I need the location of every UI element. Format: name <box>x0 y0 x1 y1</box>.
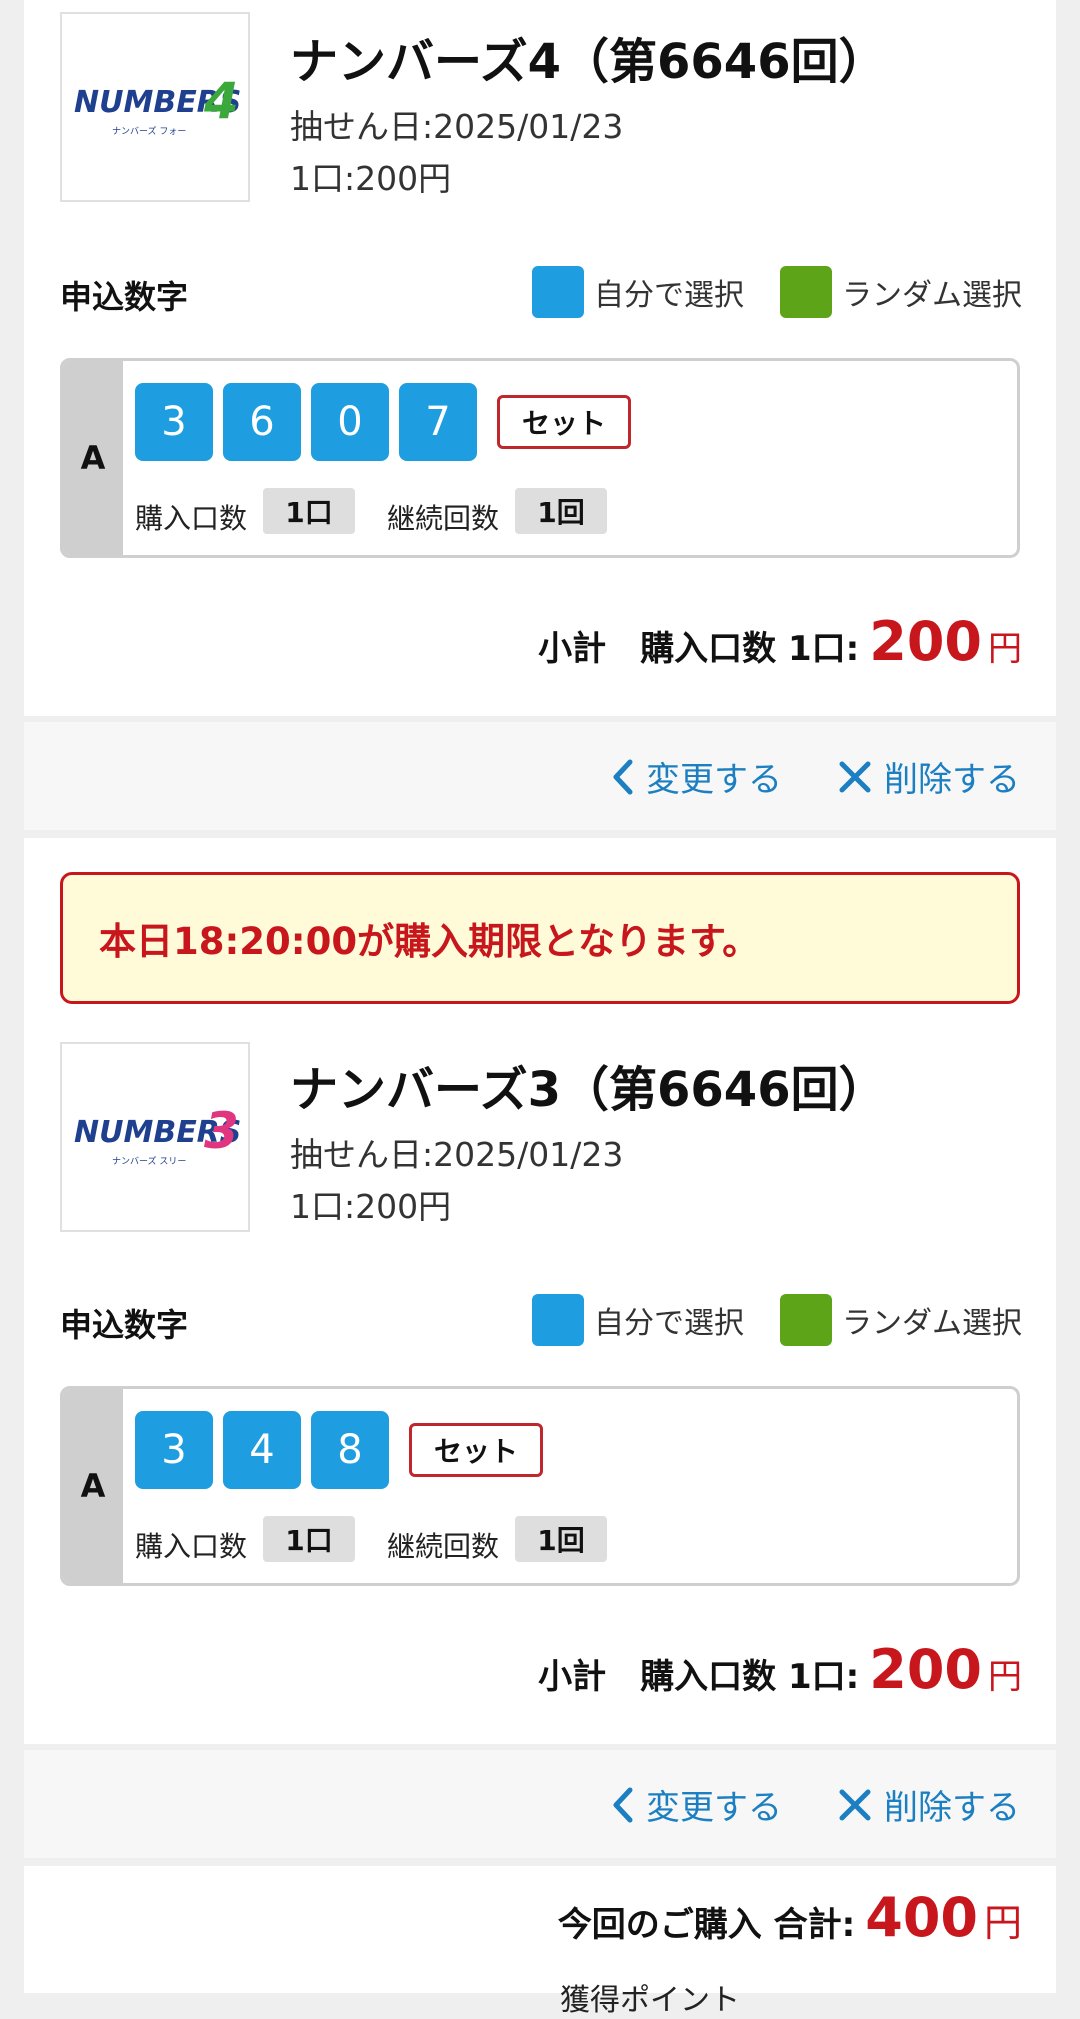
entry-tag: A <box>63 1389 123 1583</box>
numbers3-logo: NUMBERS 3 ナンバーズ スリー <box>60 1042 250 1232</box>
item-card-numbers4: NUMBERS 4 ナンバーズ フォー ナンバーズ4（第6646回） 抽せん日:… <box>24 0 1056 716</box>
purchase-count-label: 購入口数 <box>135 502 248 535</box>
unit-price: 1口:200円 <box>290 159 452 198</box>
entry-row-a: A 3 6 0 7 セット 購入口数 1口 継続回数 1回 <box>60 358 1020 558</box>
entry-row-a: A 3 4 8 セット 購入口数 1口 継続回数 1回 <box>60 1386 1020 1586</box>
product-title: ナンバーズ3（第6646回） <box>290 1062 887 1118</box>
legend-random-label: ランダム選択 <box>842 278 1022 313</box>
logo-digit: 4 <box>203 72 239 130</box>
purchase-count-label: 購入口数 <box>135 1530 248 1563</box>
subtotal: 小計 購入口数 1口: 200 円 <box>538 1638 1022 1701</box>
number-chip: 6 <box>223 383 301 461</box>
numbers4-logo: NUMBERS 4 ナンバーズ フォー <box>60 12 250 202</box>
chevron-left-icon <box>613 759 633 794</box>
subtotal-amount: 200 <box>869 610 982 673</box>
draw-date: 抽せん日:2025/01/23 <box>290 107 624 146</box>
set-badge: セット <box>497 395 631 449</box>
repeat-count-label: 継続回数 <box>387 502 500 535</box>
logo-subtext: ナンバーズ スリー <box>112 1155 186 1167</box>
random-select-swatch <box>780 266 832 318</box>
legend-random-label: ランダム選択 <box>842 1306 1022 1341</box>
change-button[interactable]: 変更する <box>612 752 782 801</box>
product-title: ナンバーズ4（第6646回） <box>290 34 887 90</box>
points-earned-text: 獲得ポイント <box>560 1983 740 2018</box>
change-label: 変更する <box>646 1788 782 1828</box>
number-chip: 3 <box>135 1411 213 1489</box>
subtotal: 小計 購入口数 1口: 200 円 <box>538 610 1022 673</box>
section-label: 申込数字 <box>60 1306 189 1344</box>
delete-button[interactable]: 削除する <box>838 752 1020 801</box>
self-select-swatch <box>532 266 584 318</box>
purchase-count-value: 1口 <box>263 488 355 534</box>
section-label: 申込数字 <box>60 278 189 316</box>
logo-digit: 3 <box>204 1102 239 1160</box>
item-actions: 変更する 削除する <box>24 722 1056 830</box>
delete-label: 削除する <box>884 1788 1020 1828</box>
change-label: 変更する <box>646 760 782 800</box>
unit-price: 1口:200円 <box>290 1187 452 1226</box>
random-select-swatch <box>780 1294 832 1346</box>
number-chip: 8 <box>311 1411 389 1489</box>
legend-self-label: 自分で選択 <box>594 1306 744 1341</box>
entry-tag: A <box>63 361 123 555</box>
item-card-numbers3: 本日18:20:00が購入期限となります。 NUMBERS 3 ナンバーズ スリ… <box>24 838 1056 1744</box>
self-select-swatch <box>532 1294 584 1346</box>
item-actions: 変更する 削除する <box>24 1750 1056 1858</box>
number-chip: 4 <box>223 1411 301 1489</box>
subtotal-yen: 円 <box>988 1657 1022 1697</box>
total-label: 今回のご購入 合計: <box>557 1905 856 1945</box>
total-amount: 400 <box>865 1886 978 1949</box>
subtotal-label: 小計 購入口数 1口: <box>538 1657 860 1697</box>
repeat-count-value: 1回 <box>515 488 607 534</box>
subtotal-amount: 200 <box>869 1638 982 1701</box>
repeat-count-label: 継続回数 <box>387 1530 500 1563</box>
set-badge: セット <box>409 1423 543 1477</box>
purchase-total: 今回のご購入 合計: 400 円 <box>558 1886 1022 1949</box>
selection-legend: 自分で選択 ランダム選択 <box>532 1294 1022 1346</box>
subtotal-yen: 円 <box>988 629 1022 669</box>
total-yen: 円 <box>983 1901 1022 1945</box>
total-card: 今回のご購入 合計: 400 円 <box>24 1866 1056 1993</box>
delete-label: 削除する <box>884 760 1020 800</box>
number-chip: 7 <box>399 383 477 461</box>
change-button[interactable]: 変更する <box>612 1780 782 1829</box>
close-icon <box>839 1789 871 1820</box>
delete-button[interactable]: 削除する <box>838 1780 1020 1829</box>
purchase-count-value: 1口 <box>263 1516 355 1562</box>
close-icon <box>839 761 871 792</box>
number-chip: 0 <box>311 383 389 461</box>
chevron-left-icon <box>613 1787 633 1822</box>
draw-date: 抽せん日:2025/01/23 <box>290 1135 624 1174</box>
selection-legend: 自分で選択 ランダム選択 <box>532 266 1022 318</box>
logo-subtext: ナンバーズ フォー <box>112 125 186 137</box>
number-chip: 3 <box>135 383 213 461</box>
deadline-notice: 本日18:20:00が購入期限となります。 <box>60 872 1020 1004</box>
repeat-count-value: 1回 <box>515 1516 607 1562</box>
subtotal-label: 小計 購入口数 1口: <box>538 629 860 669</box>
legend-self-label: 自分で選択 <box>594 278 744 313</box>
